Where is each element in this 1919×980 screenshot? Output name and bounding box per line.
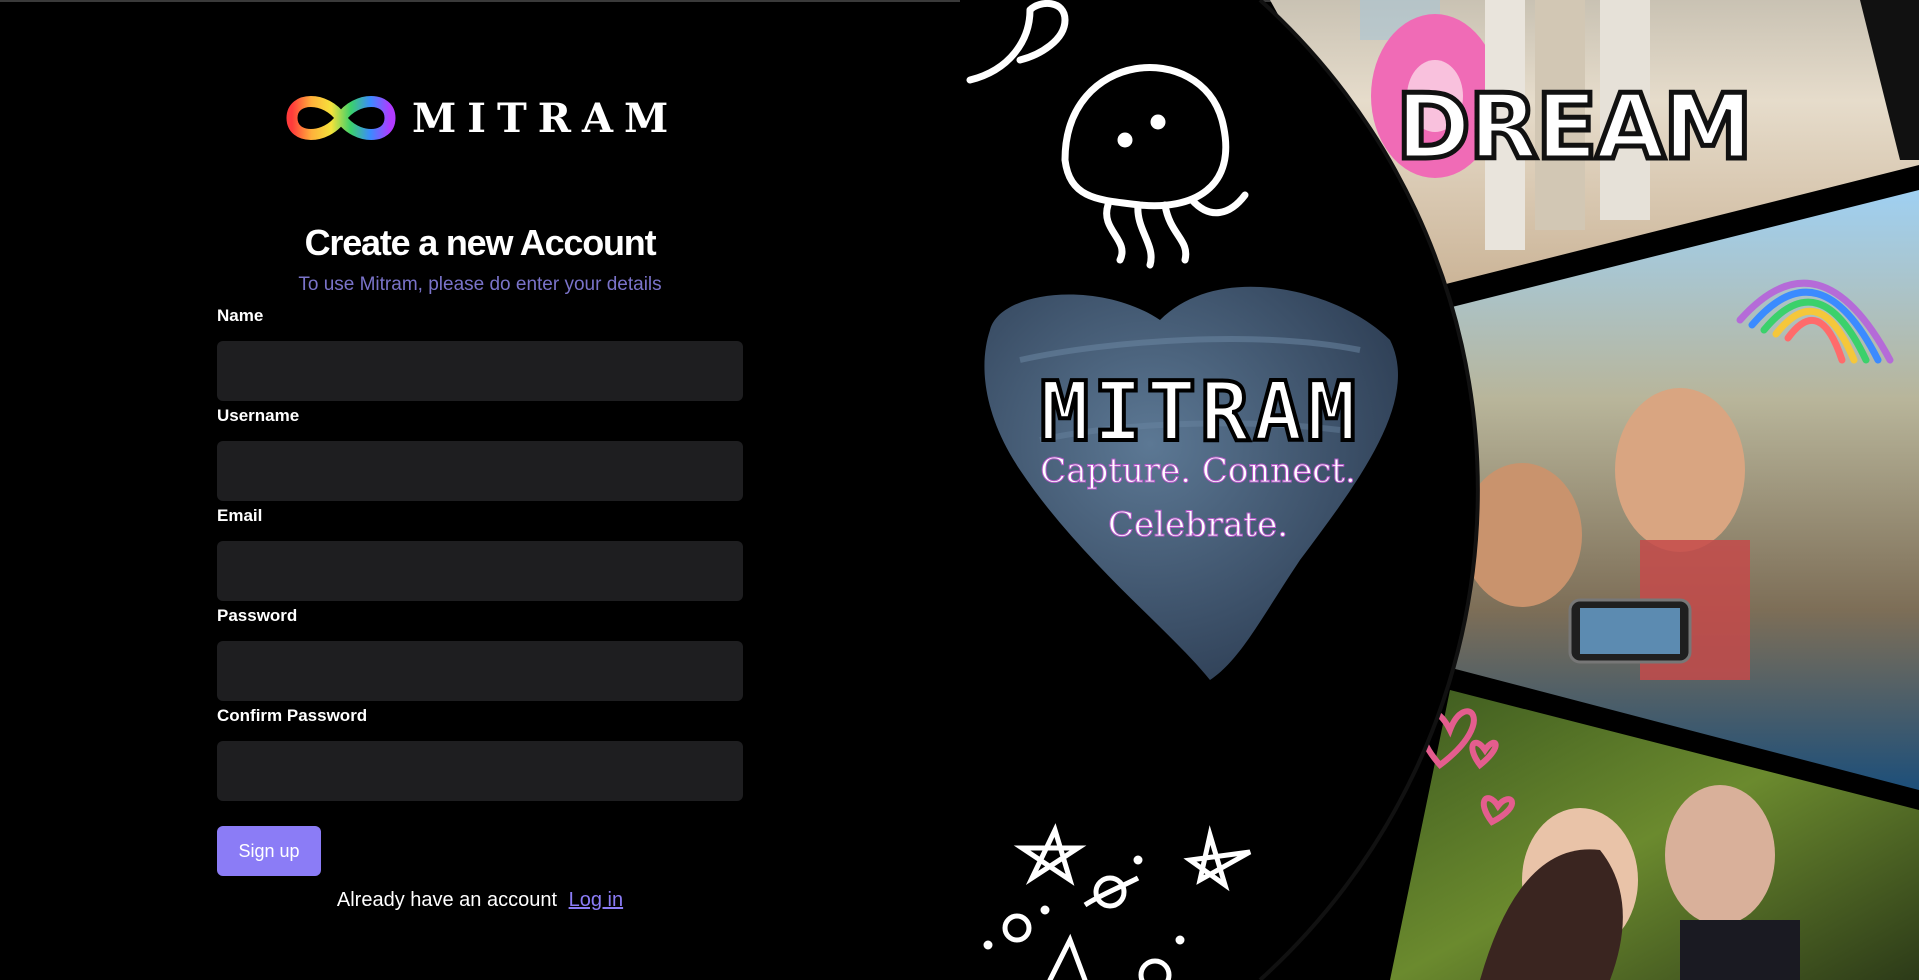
signup-button[interactable]: Sign up	[217, 826, 321, 876]
infinity-logo-icon	[286, 96, 396, 140]
dream-word: DREAM	[1396, 75, 1751, 180]
email-input[interactable]	[217, 541, 743, 601]
hero-artwork: DREAM MITRAM Capture. Connect. Celebrate…	[960, 0, 1919, 980]
photo-couple-selfie	[1440, 190, 1919, 790]
login-link[interactable]: Log in	[569, 889, 624, 911]
hero-brand-name: MITRAM	[1040, 365, 1360, 460]
hero-tagline-line1: Capture. Connect.	[1040, 451, 1356, 491]
brand-logo: MITRAM	[284, 88, 679, 148]
page-subtitle: To use Mitram, please do enter your deta…	[298, 274, 662, 295]
hero-tagline-line2: Celebrate.	[1108, 505, 1288, 545]
login-prompt-row: Already have an account Log in	[0, 889, 960, 912]
signup-panel: MITRAM Create a new Account To use Mitra…	[0, 0, 960, 980]
username-label: Username	[217, 406, 300, 425]
name-input[interactable]	[217, 341, 743, 401]
hero-collage: DREAM MITRAM Capture. Connect. Celebrate…	[960, 0, 1919, 980]
confirm-password-input[interactable]	[217, 741, 743, 801]
login-prompt-text: Already have an account	[336, 889, 558, 911]
password-label: Password	[217, 606, 298, 625]
email-label: Email	[217, 506, 263, 525]
confirm-password-label: Confirm Password	[217, 706, 368, 725]
page-title: Create a new Account	[304, 222, 657, 263]
username-input[interactable]	[217, 441, 743, 501]
brand-name: MITRAM	[412, 94, 680, 142]
name-label: Name	[217, 306, 264, 325]
password-input[interactable]	[217, 641, 743, 701]
